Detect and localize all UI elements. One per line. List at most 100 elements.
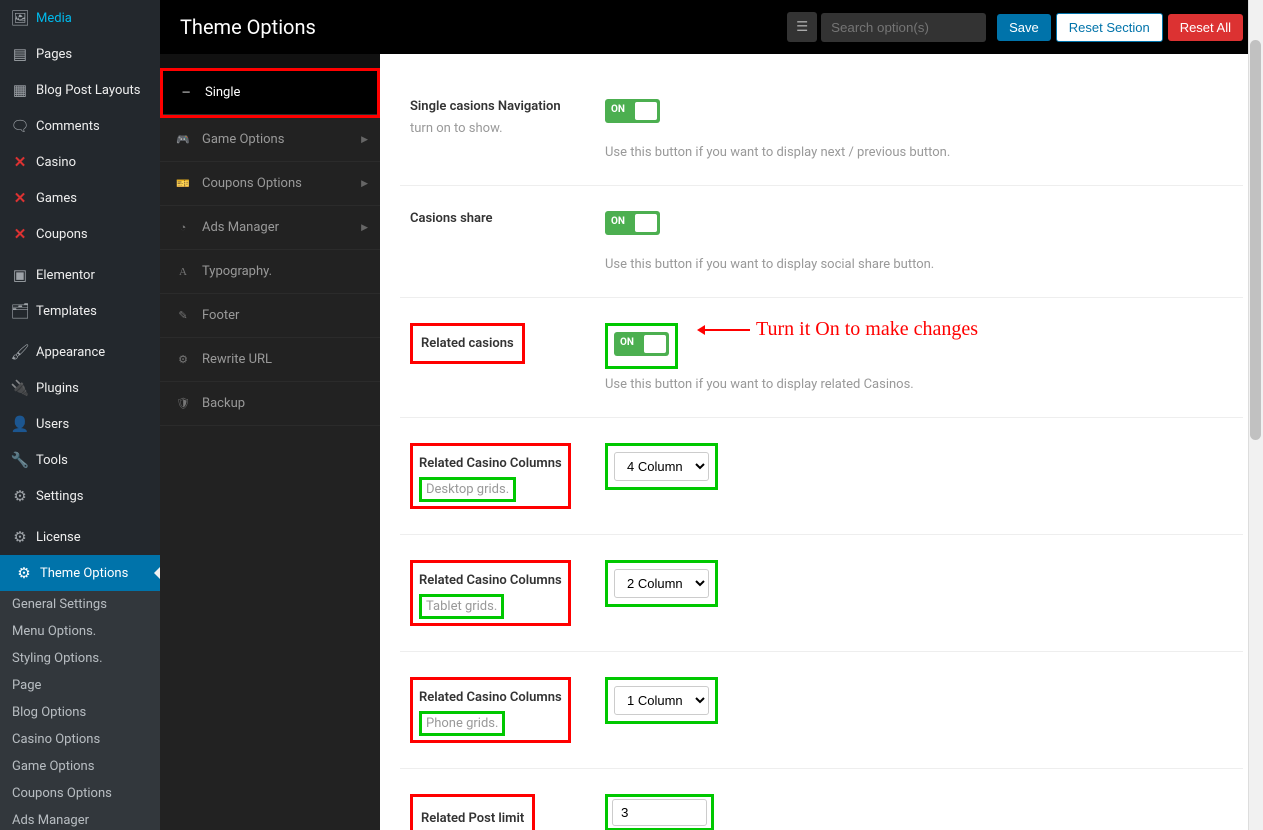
sub-game[interactable]: Game Options: [0, 753, 160, 780]
option-navigation: Single casions Navigation turn on to show…: [400, 74, 1243, 186]
scrollbar[interactable]: [1248, 0, 1263, 830]
save-button[interactable]: Save: [997, 14, 1051, 41]
menu-media[interactable]: 🖼Media: [0, 0, 160, 36]
sub-casino[interactable]: Casino Options: [0, 726, 160, 753]
menu-pages[interactable]: ▤Pages: [0, 36, 160, 72]
page-title: Theme Options: [180, 15, 787, 39]
col-tablet-label: Related Casino Columns: [419, 573, 562, 588]
menu-elementor[interactable]: ▣Elementor: [0, 257, 160, 293]
wp-admin-sidebar: 🖼Media ▤Pages ▦Blog Post Layouts 🗨Commen…: [0, 0, 160, 830]
nav-description: Use this button if you want to display n…: [605, 145, 1233, 160]
media-icon: 🖼: [10, 8, 30, 28]
annotation: Turn it On to make changes: [700, 318, 978, 341]
menu-tools[interactable]: 🔧Tools: [0, 442, 160, 478]
nav-backup[interactable]: 🛡Backup: [160, 382, 380, 426]
plugin-icon: 🔌: [10, 378, 30, 398]
sub-coupons[interactable]: Coupons Options: [0, 780, 160, 807]
nav-sublabel: turn on to show.: [410, 121, 595, 136]
nav-rewrite-url[interactable]: ⚙Rewrite URL: [160, 338, 380, 382]
redux-nav: —Single 🎮Game Options▶ 🎫Coupons Options▶…: [160, 54, 380, 830]
limit-input[interactable]: [612, 799, 707, 826]
col-desktop-sublabel: Desktop grids.: [419, 477, 516, 502]
related-description: Use this button if you want to display r…: [605, 377, 1233, 392]
nav-ads-manager[interactable]: ◔Ads Manager▶: [160, 206, 380, 250]
reset-all-button[interactable]: Reset All: [1168, 14, 1243, 41]
elementor-icon: ▣: [10, 265, 30, 285]
col-tablet-select[interactable]: 2 Column: [614, 569, 709, 598]
reset-section-button[interactable]: Reset Section: [1056, 13, 1163, 42]
menu-users[interactable]: 👤Users: [0, 406, 160, 442]
edit-icon: ✎: [174, 309, 192, 322]
options-content: Single casions Navigation turn on to show…: [380, 54, 1263, 830]
x-icon: ✕: [10, 188, 30, 208]
option-col-tablet: Related Casino Columns Tablet grids. 2 Co…: [400, 535, 1243, 652]
expand-button[interactable]: ☰: [787, 12, 817, 42]
nav-toggle[interactable]: ON: [605, 99, 660, 123]
col-phone-select[interactable]: 1 Column: [614, 686, 709, 715]
chart-icon: ◔: [174, 221, 192, 234]
sub-menu-options[interactable]: Menu Options.: [0, 618, 160, 645]
menu-theme-options[interactable]: ⚙Theme Options: [0, 555, 160, 591]
col-desktop-select[interactable]: 4 Column: [614, 452, 709, 481]
menu-license[interactable]: ⚙License: [0, 519, 160, 555]
share-label: Casions share: [410, 211, 493, 226]
menu-coupons[interactable]: ✕Coupons: [0, 216, 160, 252]
font-icon: A: [174, 266, 192, 278]
options-header: Theme Options ☰ Save Reset Section Reset…: [160, 0, 1263, 54]
comments-icon: 🗨: [10, 116, 30, 136]
menu-templates[interactable]: 🗂Templates: [0, 293, 160, 329]
sub-page[interactable]: Page: [0, 672, 160, 699]
option-share: Casions share ON Use this button if you …: [400, 186, 1243, 298]
menu-appearance[interactable]: 🖌Appearance: [0, 334, 160, 370]
menu-settings[interactable]: ⚙Settings: [0, 478, 160, 514]
menu-blog-layouts[interactable]: ▦Blog Post Layouts: [0, 72, 160, 108]
ticket-icon: 🎫: [174, 177, 192, 190]
sliders-icon: ⚙: [10, 486, 30, 506]
nav-single[interactable]: —Single: [163, 71, 377, 115]
chevron-right-icon: ▶: [361, 223, 368, 233]
share-description: Use this button if you want to display s…: [605, 257, 1233, 272]
x-icon: ✕: [10, 152, 30, 172]
related-label: Related casions: [410, 323, 525, 364]
option-col-desktop: Related Casino Columns Desktop grids. 4 C…: [400, 418, 1243, 535]
limit-label: Related Post limit: [421, 811, 524, 826]
share-toggle[interactable]: ON: [605, 211, 660, 235]
chevron-right-icon: ▶: [361, 135, 368, 145]
brush-icon: 🖌: [10, 342, 30, 362]
user-icon: 👤: [10, 414, 30, 434]
sub-ads[interactable]: Ads Manager: [0, 807, 160, 830]
layout-icon: ▦: [10, 80, 30, 100]
col-phone-sublabel: Phone grids.: [419, 711, 505, 736]
menu-casino[interactable]: ✕Casino: [0, 144, 160, 180]
gamepad-icon: 🎮: [174, 133, 192, 146]
templates-icon: 🗂: [10, 301, 30, 321]
nav-footer[interactable]: ✎Footer: [160, 294, 380, 338]
nav-game-options[interactable]: 🎮Game Options▶: [160, 118, 380, 162]
menu-plugins[interactable]: 🔌Plugins: [0, 370, 160, 406]
sub-styling[interactable]: Styling Options.: [0, 645, 160, 672]
menu-games[interactable]: ✕Games: [0, 180, 160, 216]
scrollbar-thumb[interactable]: [1250, 40, 1261, 440]
nav-label: Single casions Navigation: [410, 99, 561, 114]
sub-general[interactable]: General Settings: [0, 591, 160, 618]
menu-comments[interactable]: 🗨Comments: [0, 108, 160, 144]
col-desktop-label: Related Casino Columns: [419, 456, 562, 471]
nav-coupons-options[interactable]: 🎫Coupons Options▶: [160, 162, 380, 206]
search-input[interactable]: [821, 13, 986, 42]
nav-typography[interactable]: ATypography.: [160, 250, 380, 294]
col-tablet-sublabel: Tablet grids.: [419, 594, 504, 619]
pages-icon: ▤: [10, 44, 30, 64]
col-phone-label: Related Casino Columns: [419, 690, 562, 705]
related-toggle[interactable]: ON: [614, 332, 669, 356]
gear-icon: ⚙: [10, 527, 30, 547]
option-col-phone: Related Casino Columns Phone grids. 1 Col…: [400, 652, 1243, 769]
shield-icon: 🛡: [174, 397, 192, 410]
theme-options-submenu: General Settings Menu Options. Styling O…: [0, 591, 160, 830]
option-limit: Related Post limit: [400, 769, 1243, 830]
wrench-icon: 🔧: [10, 450, 30, 470]
gear-icon: ⚙: [14, 563, 34, 583]
list-icon: ☰: [796, 19, 808, 35]
x-icon: ✕: [10, 224, 30, 244]
sub-blog[interactable]: Blog Options: [0, 699, 160, 726]
option-related: Related casions ON Use this button if yo…: [400, 298, 1243, 418]
